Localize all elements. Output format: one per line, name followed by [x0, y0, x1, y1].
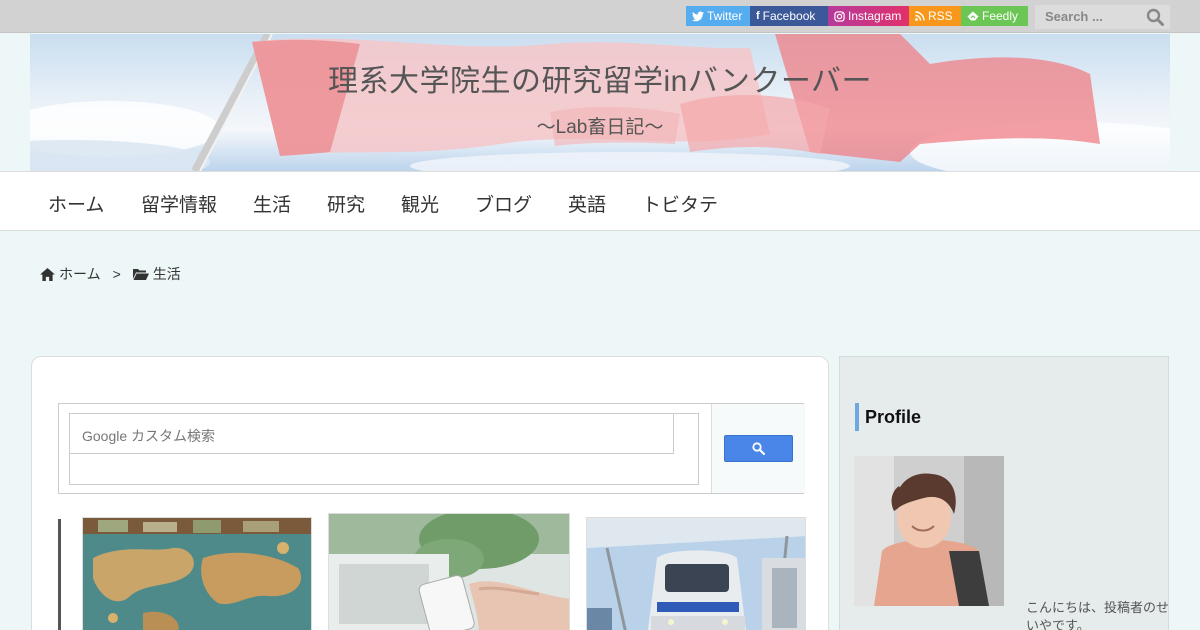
main-nav: ホーム 留学情報 生活 研究 観光 ブログ 英語 トビタテ	[0, 171, 1200, 231]
feedly-label: Feedly	[982, 9, 1019, 23]
search-icon	[752, 442, 765, 455]
nav-item-life[interactable]: 生活	[253, 190, 291, 217]
gsc-search-button[interactable]	[724, 435, 793, 462]
carousel-edge	[58, 519, 61, 630]
rss-label: RSS	[928, 9, 953, 23]
google-custom-search: Google カスタム検索	[58, 403, 805, 494]
main-content: Google カスタム検索	[31, 356, 829, 630]
feedly-icon	[967, 11, 979, 20]
rss-link[interactable]: RSS	[909, 6, 961, 26]
profile-photo	[854, 456, 1004, 606]
breadcrumb-current[interactable]: 生活	[153, 264, 181, 284]
breadcrumb-separator: >	[112, 266, 121, 282]
breadcrumb-home[interactable]: ホーム	[59, 264, 101, 284]
gsc-input-box: Google カスタム検索	[69, 413, 699, 485]
home-icon	[40, 267, 55, 281]
gsc-button-area	[711, 404, 805, 493]
gsc-search-input[interactable]: Google カスタム検索	[70, 414, 674, 454]
facebook-label: Facebook	[762, 9, 816, 23]
site-tagline: ～Lab畜日記～	[536, 117, 664, 138]
smartphone-hand-image	[329, 514, 569, 630]
world-map-money-image	[83, 518, 311, 630]
twitter-label: Twitter	[707, 9, 743, 23]
nav-item-home[interactable]: ホーム	[48, 190, 104, 217]
post-thumbnail-smartphone[interactable]	[328, 513, 570, 630]
gsc-placeholder: Google カスタム検索	[82, 428, 216, 444]
top-search-placeholder: Search ...	[1045, 9, 1103, 24]
nav-item-english[interactable]: 英語	[568, 190, 606, 217]
nav-item-tobitate[interactable]: トビタテ	[642, 190, 718, 217]
facebook-link[interactable]: f Facebook	[750, 6, 828, 26]
feedly-link[interactable]: Feedly	[961, 6, 1028, 26]
instagram-link[interactable]: Instagram	[828, 6, 909, 26]
instagram-label: Instagram	[848, 9, 902, 23]
canada-flag-image	[30, 34, 1170, 171]
facebook-icon: f	[756, 10, 760, 22]
nav-item-study-abroad[interactable]: 留学情報	[141, 190, 217, 217]
search-icon[interactable]	[1146, 8, 1164, 26]
nav-item-sightseeing[interactable]: 観光	[401, 190, 439, 217]
site-title[interactable]: 理系大学院生の研究留学inバンクーバー	[30, 56, 1170, 100]
instagram-icon	[834, 10, 845, 22]
nav-item-blog[interactable]: ブログ	[475, 190, 532, 217]
nav-item-research[interactable]: 研究	[327, 190, 365, 217]
profile-heading: Profile	[855, 403, 921, 431]
profile-intro: こんにちは、投稿者のせいやです。	[1026, 600, 1170, 630]
avatar	[854, 456, 1004, 606]
sidebar: Profile こんにちは、投稿者のせいやです。	[839, 356, 1169, 630]
top-search-input[interactable]: Search ...	[1035, 5, 1170, 29]
folder-open-icon	[132, 269, 149, 280]
twitter-icon	[692, 11, 704, 21]
skytrain-image	[587, 518, 805, 630]
post-thumbnail-skytrain[interactable]	[586, 517, 806, 630]
breadcrumb: ホーム > 生活	[40, 264, 181, 284]
post-thumbnail-world-map[interactable]	[82, 517, 312, 630]
site-header: 理系大学院生の研究留学inバンクーバー ～Lab畜日記～	[30, 34, 1170, 171]
rss-icon	[915, 11, 925, 21]
top-bar: Twitter f Facebook Instagram RSS Feedly …	[0, 0, 1200, 33]
twitter-link[interactable]: Twitter	[686, 6, 750, 26]
